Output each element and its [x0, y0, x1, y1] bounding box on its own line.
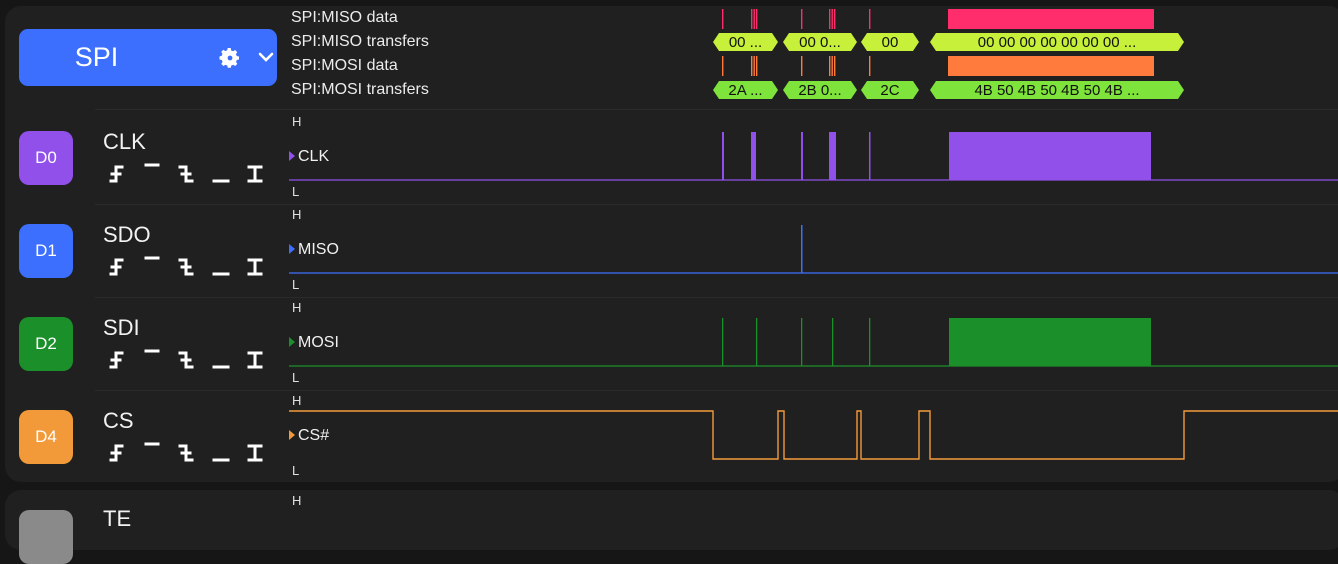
cs-waveform: [289, 410, 1338, 460]
channel-badge-partial[interactable]: [19, 510, 73, 564]
mosi-data-mark: [753, 56, 755, 76]
miso-data-mark: [756, 9, 758, 29]
miso-transfer-bubble-label: 00 00 00 00 00 00 00 ...: [978, 34, 1136, 51]
mosi-transfer-bubble-label: 4B 50 4B 50 4B 50 4B ...: [974, 82, 1139, 99]
miso-data-mark: [722, 9, 724, 29]
mosi-data-mark: [829, 56, 831, 76]
mosi-data-mark: [756, 56, 758, 76]
mosi-transfer-bubble-label: 2C: [880, 82, 899, 99]
mosi-transfer-bubble-label: 2B 0...: [798, 82, 841, 99]
clk-pulse: [869, 132, 871, 180]
miso-transfer-bubble-label: 00: [882, 34, 899, 51]
miso-transfer-bubble-label: 00 0...: [799, 34, 841, 51]
mosi-data-mark: [834, 56, 836, 76]
miso-data-mark: [751, 9, 753, 29]
miso-transfer-bubble-label: 00 ...: [729, 34, 762, 51]
clk-pulse: [801, 132, 803, 180]
mosi-pulse: [801, 318, 803, 366]
mosi-data-mark: [751, 56, 753, 76]
clk-pulse: [722, 132, 724, 180]
miso-data-mark: [948, 9, 1154, 29]
mosi-data-mark: [831, 56, 833, 76]
miso-data-mark: [834, 9, 836, 29]
mosi-data-mark: [948, 56, 1154, 76]
mosi-pulse: [949, 318, 1151, 366]
mosi-transfer-bubble-label: 2A ...: [728, 82, 762, 99]
miso-data-mark: [829, 9, 831, 29]
miso-data-mark: [753, 9, 755, 29]
mosi-data-mark: [869, 56, 871, 76]
waveform-canvas[interactable]: 00 ... 00 0... 00 00 00 00 00 00 00 00 ... 2…: [0, 0, 1338, 518]
clk-pulse: [829, 132, 836, 180]
miso-data-mark: [869, 9, 871, 29]
clk-pulse: [751, 132, 756, 180]
mosi-pulse: [869, 318, 871, 366]
mosi-pulse: [832, 318, 834, 366]
miso-pulse: [801, 225, 803, 273]
mosi-pulse: [756, 318, 758, 366]
clk-pulse: [949, 132, 1151, 180]
mosi-data-mark: [722, 56, 724, 76]
mosi-data-mark: [801, 56, 803, 76]
miso-data-mark: [831, 9, 833, 29]
mosi-pulse: [722, 318, 724, 366]
miso-data-mark: [801, 9, 803, 29]
